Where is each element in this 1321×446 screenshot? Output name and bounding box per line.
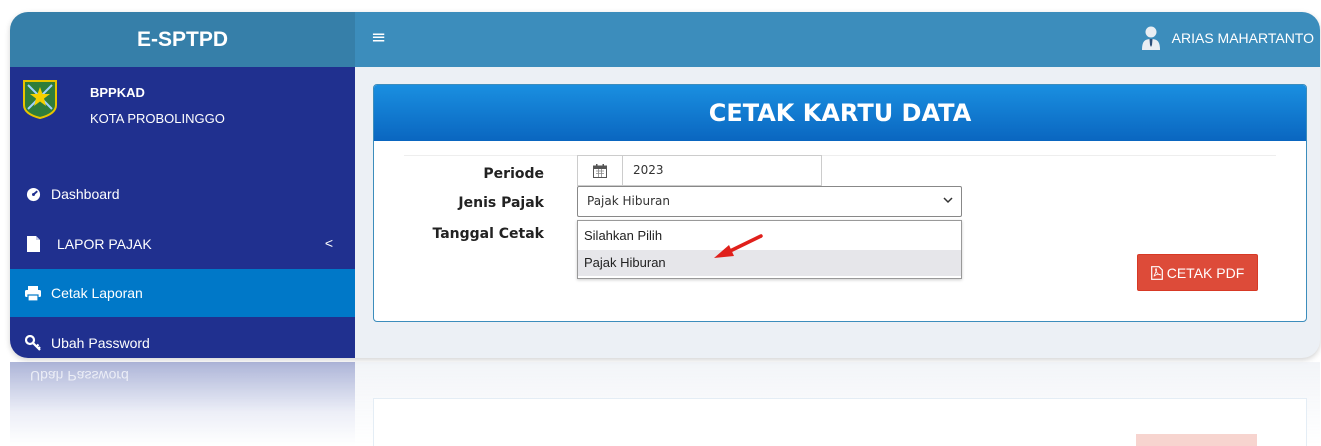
- org-name: BPPKAD: [90, 85, 145, 100]
- print-icon: [25, 285, 41, 301]
- key-icon: [25, 335, 41, 351]
- cetak-pdf-label: CETAK PDF: [1166, 264, 1245, 281]
- dashboard-icon: [25, 186, 41, 202]
- menu-toggle-icon[interactable]: ≡: [371, 28, 386, 48]
- sidebar-item-label: Dashboard: [51, 186, 120, 202]
- cetak-pdf-button[interactable]: CETAK PDF: [1137, 254, 1258, 291]
- sidebar-item-dashboard[interactable]: Dashboard: [10, 170, 355, 218]
- chevron-down-icon: [943, 197, 953, 204]
- calendar-icon[interactable]: [578, 156, 623, 185]
- sidebar-item-ubah-password[interactable]: Ubah Password: [10, 319, 355, 358]
- annotation-arrow-icon: [714, 234, 763, 258]
- brand-title: E-SPTPD: [136, 27, 228, 51]
- brand-logo[interactable]: E-SPTPD: [10, 12, 355, 67]
- window-reflection: Ubah Password: [10, 362, 1320, 446]
- city-emblem-icon: [23, 80, 57, 119]
- jenis-pajak-value: Pajak Hiburan: [587, 194, 670, 208]
- sidebar-item-label: Cetak Laporan: [51, 285, 143, 301]
- top-navbar: ≡ ARIAS MAHARTANTO: [355, 12, 1320, 67]
- jenis-pajak-dropdown: Silahkan Pilih Pajak Hiburan: [577, 220, 962, 279]
- sidebar: BPPKAD KOTA PROBOLINGGO Dashboard LAPOR …: [10, 67, 355, 358]
- reflection-text: Ubah Password: [30, 368, 129, 384]
- tanggal-cetak-label: Tanggal Cetak: [432, 226, 544, 242]
- app-window: E-SPTPD ≡ ARIAS MAHARTANTO BPPKAD KOTA P…: [10, 12, 1320, 358]
- sidebar-item-label: Ubah Password: [51, 335, 150, 351]
- cetak-kartu-data-panel: CETAK KARTU DATA Periode 2023 Jenis Paja…: [373, 84, 1307, 322]
- sidebar-item-cetak-laporan[interactable]: Cetak Laporan: [10, 269, 355, 317]
- option-pajak-hiburan[interactable]: Pajak Hiburan: [578, 250, 961, 276]
- user-name: ARIAS MAHARTANTO: [1171, 30, 1314, 46]
- chevron-left-icon: <: [324, 235, 333, 251]
- sidebar-item-lapor-pajak[interactable]: LAPOR PAJAK <: [10, 220, 355, 268]
- jenis-pajak-label: Jenis Pajak: [458, 195, 544, 211]
- option-silahkan-pilih[interactable]: Silahkan Pilih: [578, 223, 961, 249]
- file-icon: [25, 236, 41, 252]
- panel-title: CETAK KARTU DATA: [374, 85, 1306, 141]
- user-avatar-icon: [1141, 26, 1160, 50]
- jenis-pajak-select[interactable]: Pajak Hiburan: [577, 186, 962, 217]
- pdf-file-icon: [1150, 265, 1163, 280]
- periode-value: 2023: [633, 163, 664, 177]
- periode-label: Periode: [483, 166, 544, 182]
- org-city: KOTA PROBOLINGGO: [90, 111, 225, 126]
- sidebar-item-label: LAPOR PAJAK: [57, 236, 152, 252]
- reflection-button: [1136, 434, 1257, 446]
- org-panel: BPPKAD KOTA PROBOLINGGO: [10, 67, 355, 155]
- divider: [404, 155, 1276, 156]
- periode-field[interactable]: 2023: [577, 155, 822, 186]
- user-menu[interactable]: ARIAS MAHARTANTO: [1141, 26, 1314, 50]
